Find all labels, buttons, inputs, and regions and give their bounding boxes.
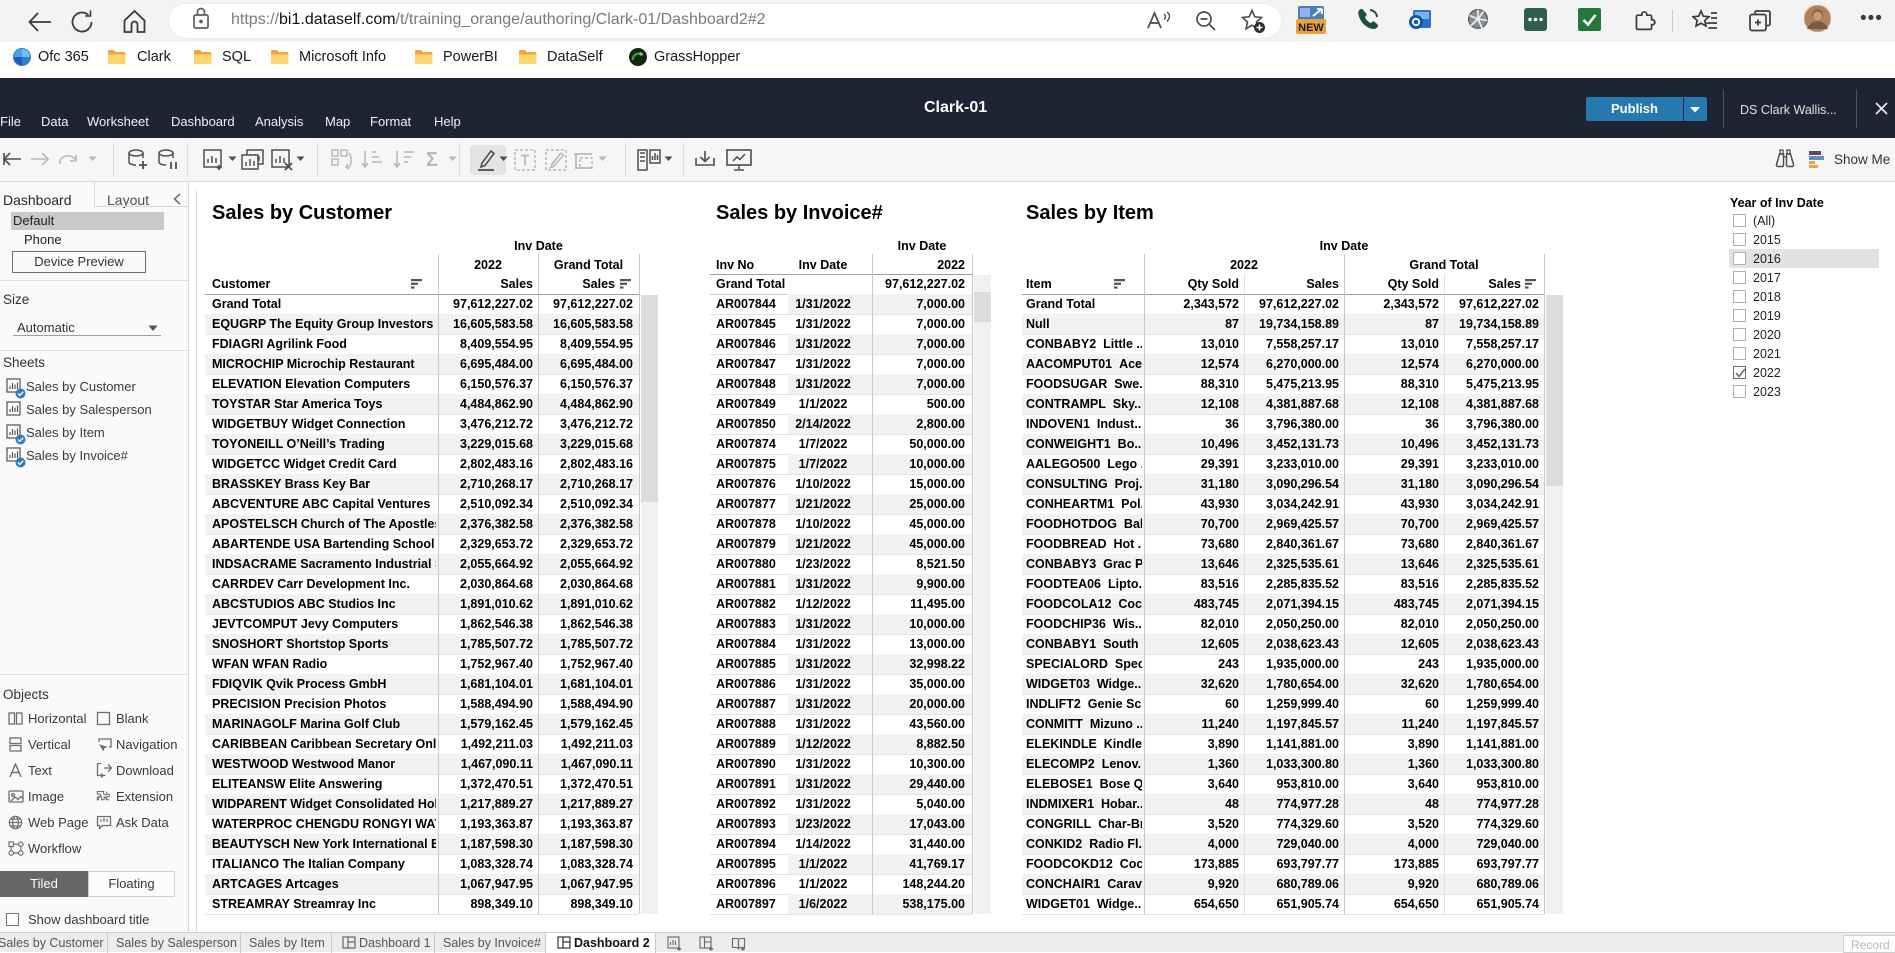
svg-text:NEW: NEW [1298, 22, 1324, 34]
